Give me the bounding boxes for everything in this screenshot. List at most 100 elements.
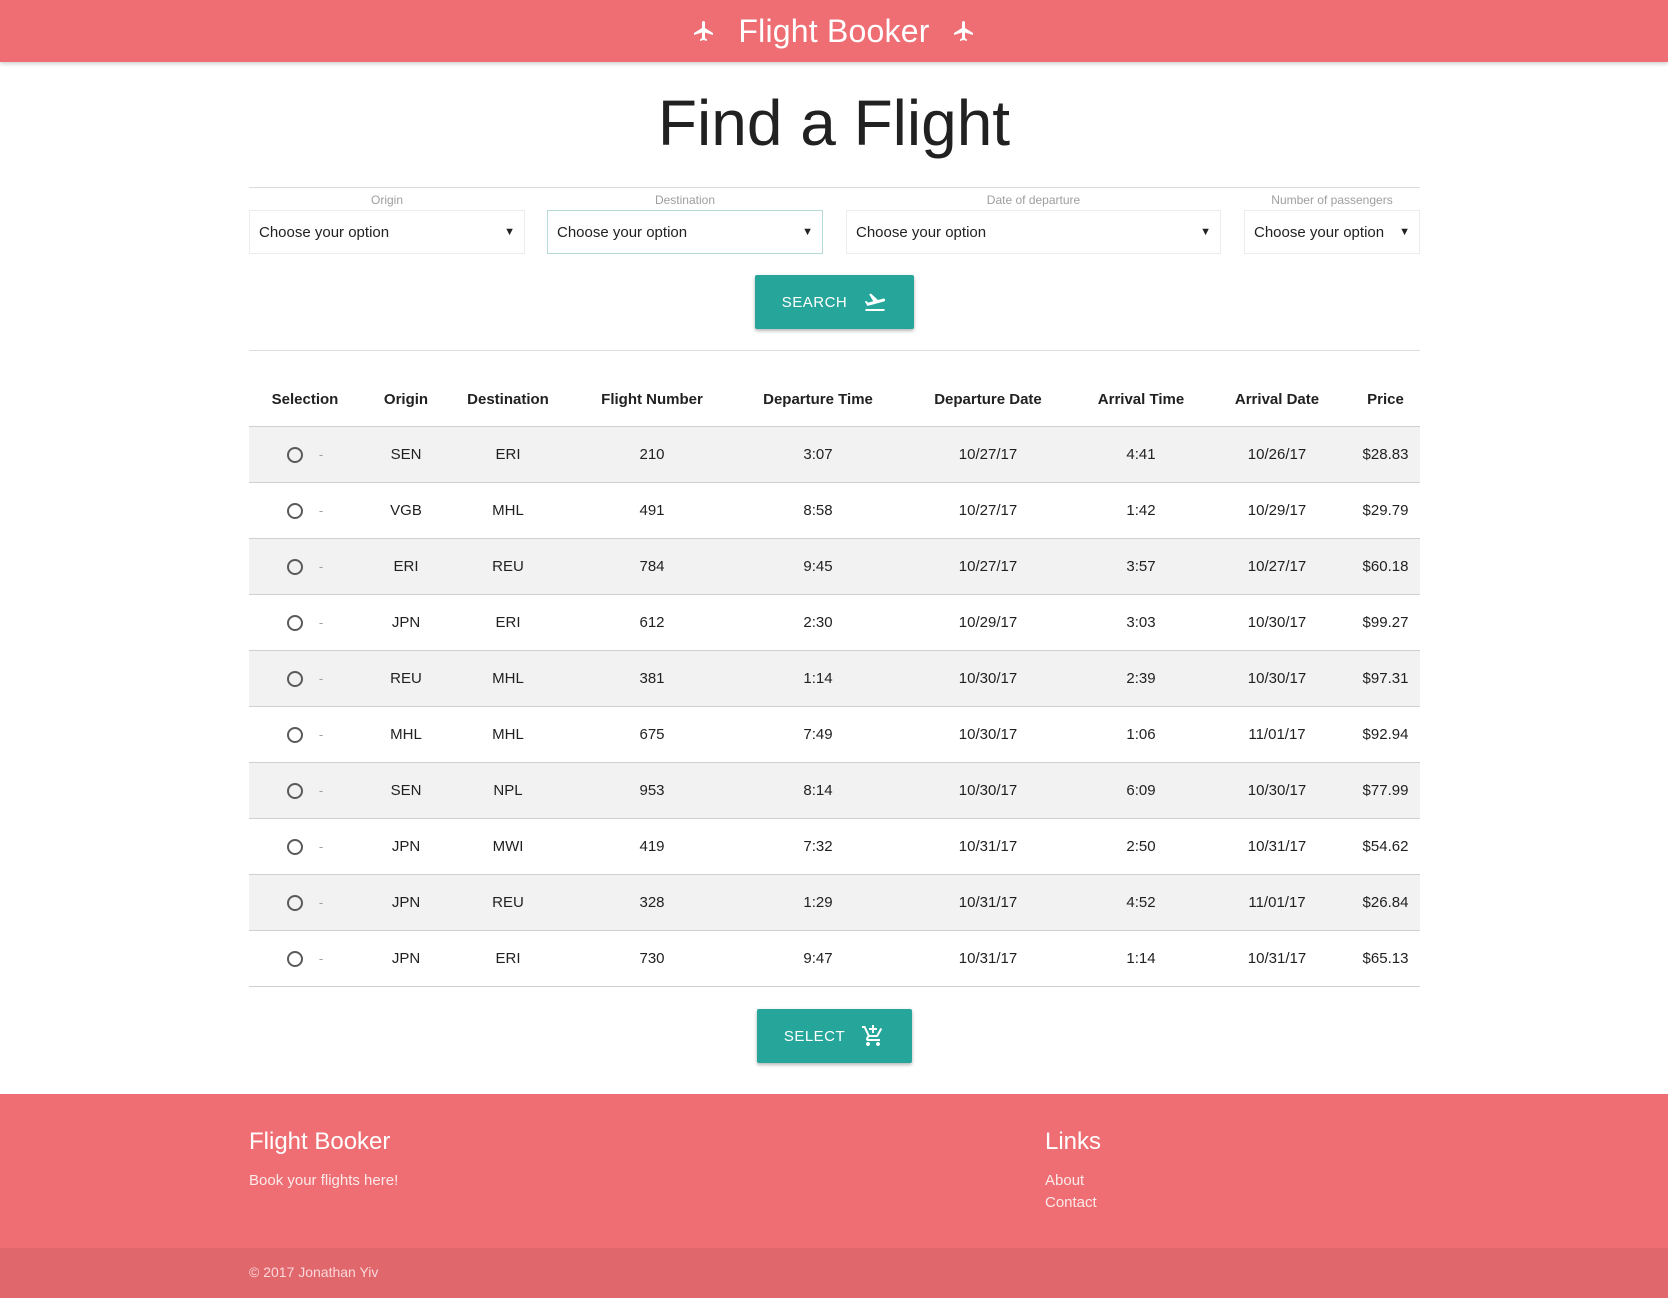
search-filters: Origin Choose your option ▼ Destination … [249, 187, 1420, 254]
flight-number-cell: 784 [565, 538, 739, 595]
origin-select[interactable]: Choose your option ▼ [249, 210, 525, 254]
selection-cell: - [249, 650, 361, 707]
table-header-row: Selection Origin Destination Flight Numb… [249, 374, 1420, 427]
radio-label: - [318, 503, 324, 519]
departure-time-cell: 8:58 [739, 482, 897, 539]
flight-number-cell: 730 [565, 930, 739, 987]
destination-cell: ERI [451, 426, 565, 483]
price-cell: $28.83 [1351, 426, 1420, 483]
flight-radio-button[interactable] [286, 950, 303, 967]
brand[interactable]: Flight Booker [692, 13, 975, 50]
radio-label: - [318, 783, 324, 799]
departure-date-cell: 10/30/17 [897, 762, 1079, 819]
column-header: Arrival Date [1203, 374, 1351, 427]
flight-radio-button[interactable] [286, 726, 303, 743]
arrival-date-cell: 10/29/17 [1203, 482, 1351, 539]
departure-time-cell: 1:29 [739, 874, 897, 931]
departure-time-cell: 9:47 [739, 930, 897, 987]
column-header: Arrival Time [1079, 374, 1203, 427]
departure-time-cell: 2:30 [739, 594, 897, 651]
flight-radio-button[interactable] [286, 670, 303, 687]
price-cell: $26.84 [1351, 874, 1420, 931]
select-button[interactable]: SELECT [757, 1009, 912, 1063]
passengers-filter: Number of passengers Choose your option … [1244, 188, 1420, 254]
footer-link-about[interactable]: About [1045, 1172, 1084, 1189]
selection-cell: - [249, 426, 361, 483]
destination-cell: NPL [451, 762, 565, 819]
date-label: Date of departure [986, 193, 1081, 207]
table-row: - JPN ERI 730 9:47 10/31/17 1:14 10/31/17 $65.13 [249, 930, 1420, 987]
origin-cell: JPN [361, 594, 451, 651]
search-button[interactable]: SEARCH [755, 275, 914, 329]
radio-label: - [318, 447, 324, 463]
column-header: Price [1351, 374, 1420, 427]
flights-table: Selection Origin Destination Flight Numb… [249, 374, 1420, 987]
flight-radio-button[interactable] [286, 446, 303, 463]
origin-cell: JPN [361, 874, 451, 931]
destination-cell: MHL [451, 706, 565, 763]
arrival-date-cell: 11/01/17 [1203, 706, 1351, 763]
arrival-time-cell: 1:42 [1079, 482, 1203, 539]
selection-cell: - [249, 594, 361, 651]
destination-cell: REU [451, 538, 565, 595]
flight-radio-button[interactable] [286, 502, 303, 519]
departure-time-cell: 3:07 [739, 426, 897, 483]
departure-date-cell: 10/27/17 [897, 538, 1079, 595]
dropdown-caret-icon: ▼ [1200, 226, 1211, 238]
flight-number-cell: 419 [565, 818, 739, 875]
table-row: - REU MHL 381 1:14 10/30/17 2:39 10/30/17 $97.31 [249, 650, 1420, 707]
airplane-icon [692, 19, 716, 43]
origin-filter: Origin Choose your option ▼ [249, 188, 525, 254]
price-cell: $92.94 [1351, 706, 1420, 763]
radio-label: - [318, 727, 324, 743]
departure-date-cell: 10/31/17 [897, 818, 1079, 875]
section-divider [249, 350, 1420, 351]
arrival-date-cell: 10/27/17 [1203, 538, 1351, 595]
arrival-time-cell: 1:06 [1079, 706, 1203, 763]
flight-number-cell: 953 [565, 762, 739, 819]
departure-time-cell: 7:32 [739, 818, 897, 875]
departure-time-cell: 7:49 [739, 706, 897, 763]
flight-radio-button[interactable] [286, 614, 303, 631]
column-header: Departure Date [897, 374, 1079, 427]
price-cell: $99.27 [1351, 594, 1420, 651]
column-header: Flight Number [565, 374, 739, 427]
arrival-time-cell: 4:41 [1079, 426, 1203, 483]
price-cell: $29.79 [1351, 482, 1420, 539]
column-header: Destination [451, 374, 565, 427]
destination-cell: MWI [451, 818, 565, 875]
column-header: Departure Time [739, 374, 897, 427]
copyright-bar: © 2017 Jonathan Yiv [0, 1248, 1668, 1298]
flight-number-cell: 612 [565, 594, 739, 651]
destination-select[interactable]: Choose your option ▼ [547, 210, 823, 254]
flight-radio-button[interactable] [286, 558, 303, 575]
arrival-time-cell: 3:57 [1079, 538, 1203, 595]
selection-cell: - [249, 538, 361, 595]
destination-cell: MHL [451, 482, 565, 539]
arrival-date-cell: 10/30/17 [1203, 594, 1351, 651]
passengers-label: Number of passengers [1271, 193, 1393, 207]
selection-cell: - [249, 706, 361, 763]
arrival-time-cell: 4:52 [1079, 874, 1203, 931]
arrival-date-cell: 10/31/17 [1203, 818, 1351, 875]
flight-number-cell: 381 [565, 650, 739, 707]
date-select[interactable]: Choose your option ▼ [846, 210, 1221, 254]
selection-cell: - [249, 762, 361, 819]
radio-label: - [318, 951, 324, 967]
footer-link-contact[interactable]: Contact [1045, 1194, 1097, 1211]
table-row: - ERI REU 784 9:45 10/27/17 3:57 10/27/17 $60.18 [249, 538, 1420, 595]
departure-date-cell: 10/31/17 [897, 874, 1079, 931]
origin-cell: VGB [361, 482, 451, 539]
destination-label: Destination [654, 193, 716, 207]
flight-radio-button[interactable] [286, 894, 303, 911]
flight-radio-button[interactable] [286, 782, 303, 799]
price-cell: $54.62 [1351, 818, 1420, 875]
passengers-select[interactable]: Choose your option ▼ [1244, 210, 1420, 254]
footer-title: Flight Booker [249, 1128, 391, 1155]
add-shopping-cart-icon [861, 1024, 885, 1048]
arrival-date-cell: 10/30/17 [1203, 650, 1351, 707]
flight-radio-button[interactable] [286, 838, 303, 855]
dropdown-caret-icon: ▼ [1399, 226, 1410, 238]
departure-date-cell: 10/29/17 [897, 594, 1079, 651]
selection-cell: - [249, 874, 361, 931]
